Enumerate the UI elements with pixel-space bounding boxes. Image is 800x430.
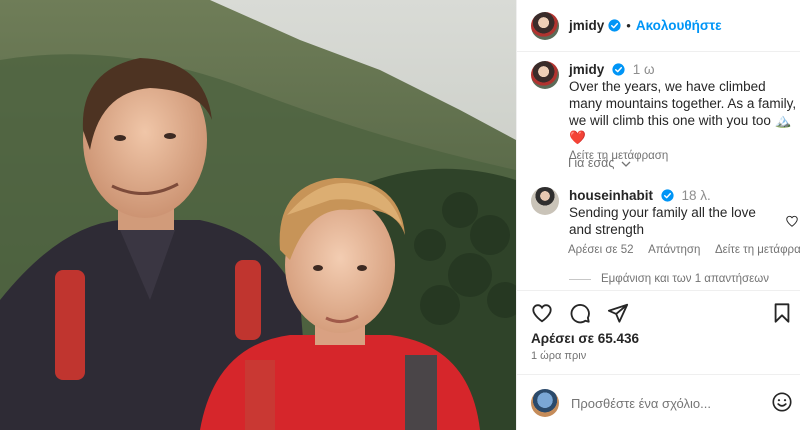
caption-text: Over the years, we have climbed many mou… (569, 79, 797, 128)
chevron-down-icon (621, 161, 631, 167)
for-you-label: Για εσάς (568, 156, 615, 170)
comment-reply-button[interactable]: Απάντηση (648, 244, 700, 256)
author-username[interactable]: jmidy (569, 18, 604, 33)
caption-avatar[interactable] (531, 61, 559, 89)
separator-dot: • (626, 18, 631, 33)
post-photo[interactable] (0, 0, 516, 430)
comment-actions: Αρέσει σε 52 Απάντηση Δείτε τη μετάφραση (568, 244, 800, 256)
comment-time: 18 λ. (681, 188, 711, 203)
divider (517, 290, 800, 291)
heart-icon[interactable] (531, 302, 553, 324)
comment-translate-link[interactable]: Δείτε τη μετάφραση (715, 244, 800, 256)
post-likes-count[interactable]: Αρέσει σε 65.436 (531, 331, 639, 346)
post-caption: jmidy 1 ω Over the years, we have climbe… (531, 61, 797, 165)
verified-badge-icon (612, 63, 625, 76)
comment-like-heart-icon[interactable] (785, 214, 799, 228)
author-avatar[interactable] (531, 11, 559, 40)
comment-icon[interactable] (569, 302, 591, 324)
view-replies-label: Εμφάνιση και των 1 απαντήσεων (601, 273, 770, 285)
post-header: jmidy • Ακολουθήστε (517, 0, 800, 52)
share-icon[interactable] (607, 302, 629, 324)
verified-badge-icon (608, 19, 621, 32)
post-actions-bar (531, 302, 793, 326)
verified-badge-icon (661, 189, 674, 202)
post-time-ago: 1 ώρα πριν (531, 350, 587, 362)
instagram-post-modal: jmidy • Ακολουθήστε jmidy 1 ω Over the y… (0, 0, 800, 430)
replies-line (569, 278, 591, 280)
current-user-avatar (531, 389, 559, 417)
follow-button[interactable]: Ακολουθήστε (636, 18, 722, 33)
add-comment-bar (531, 388, 797, 418)
commenter-username[interactable]: houseinhabit (569, 188, 653, 203)
caption-username[interactable]: jmidy (569, 62, 604, 77)
comment-text: Sending your family all the love and str… (569, 205, 756, 237)
view-replies-button[interactable]: Εμφάνιση και των 1 απαντήσεων (569, 273, 769, 285)
comment-item: houseinhabit 18 λ. Sending your family a… (531, 187, 800, 238)
comment-likes-count[interactable]: Αρέσει σε 52 (568, 244, 634, 256)
add-comment-input[interactable] (571, 395, 761, 411)
divider (517, 374, 800, 375)
smiley-icon[interactable] (771, 391, 793, 413)
caption-time: 1 ω (632, 62, 655, 77)
bookmark-icon[interactable] (771, 302, 793, 324)
post-side-panel: jmidy • Ακολουθήστε jmidy 1 ω Over the y… (516, 0, 800, 430)
photo-illustration (0, 0, 516, 430)
commenter-avatar[interactable] (531, 187, 559, 215)
for-you-filter[interactable]: Για εσάς (568, 156, 631, 170)
